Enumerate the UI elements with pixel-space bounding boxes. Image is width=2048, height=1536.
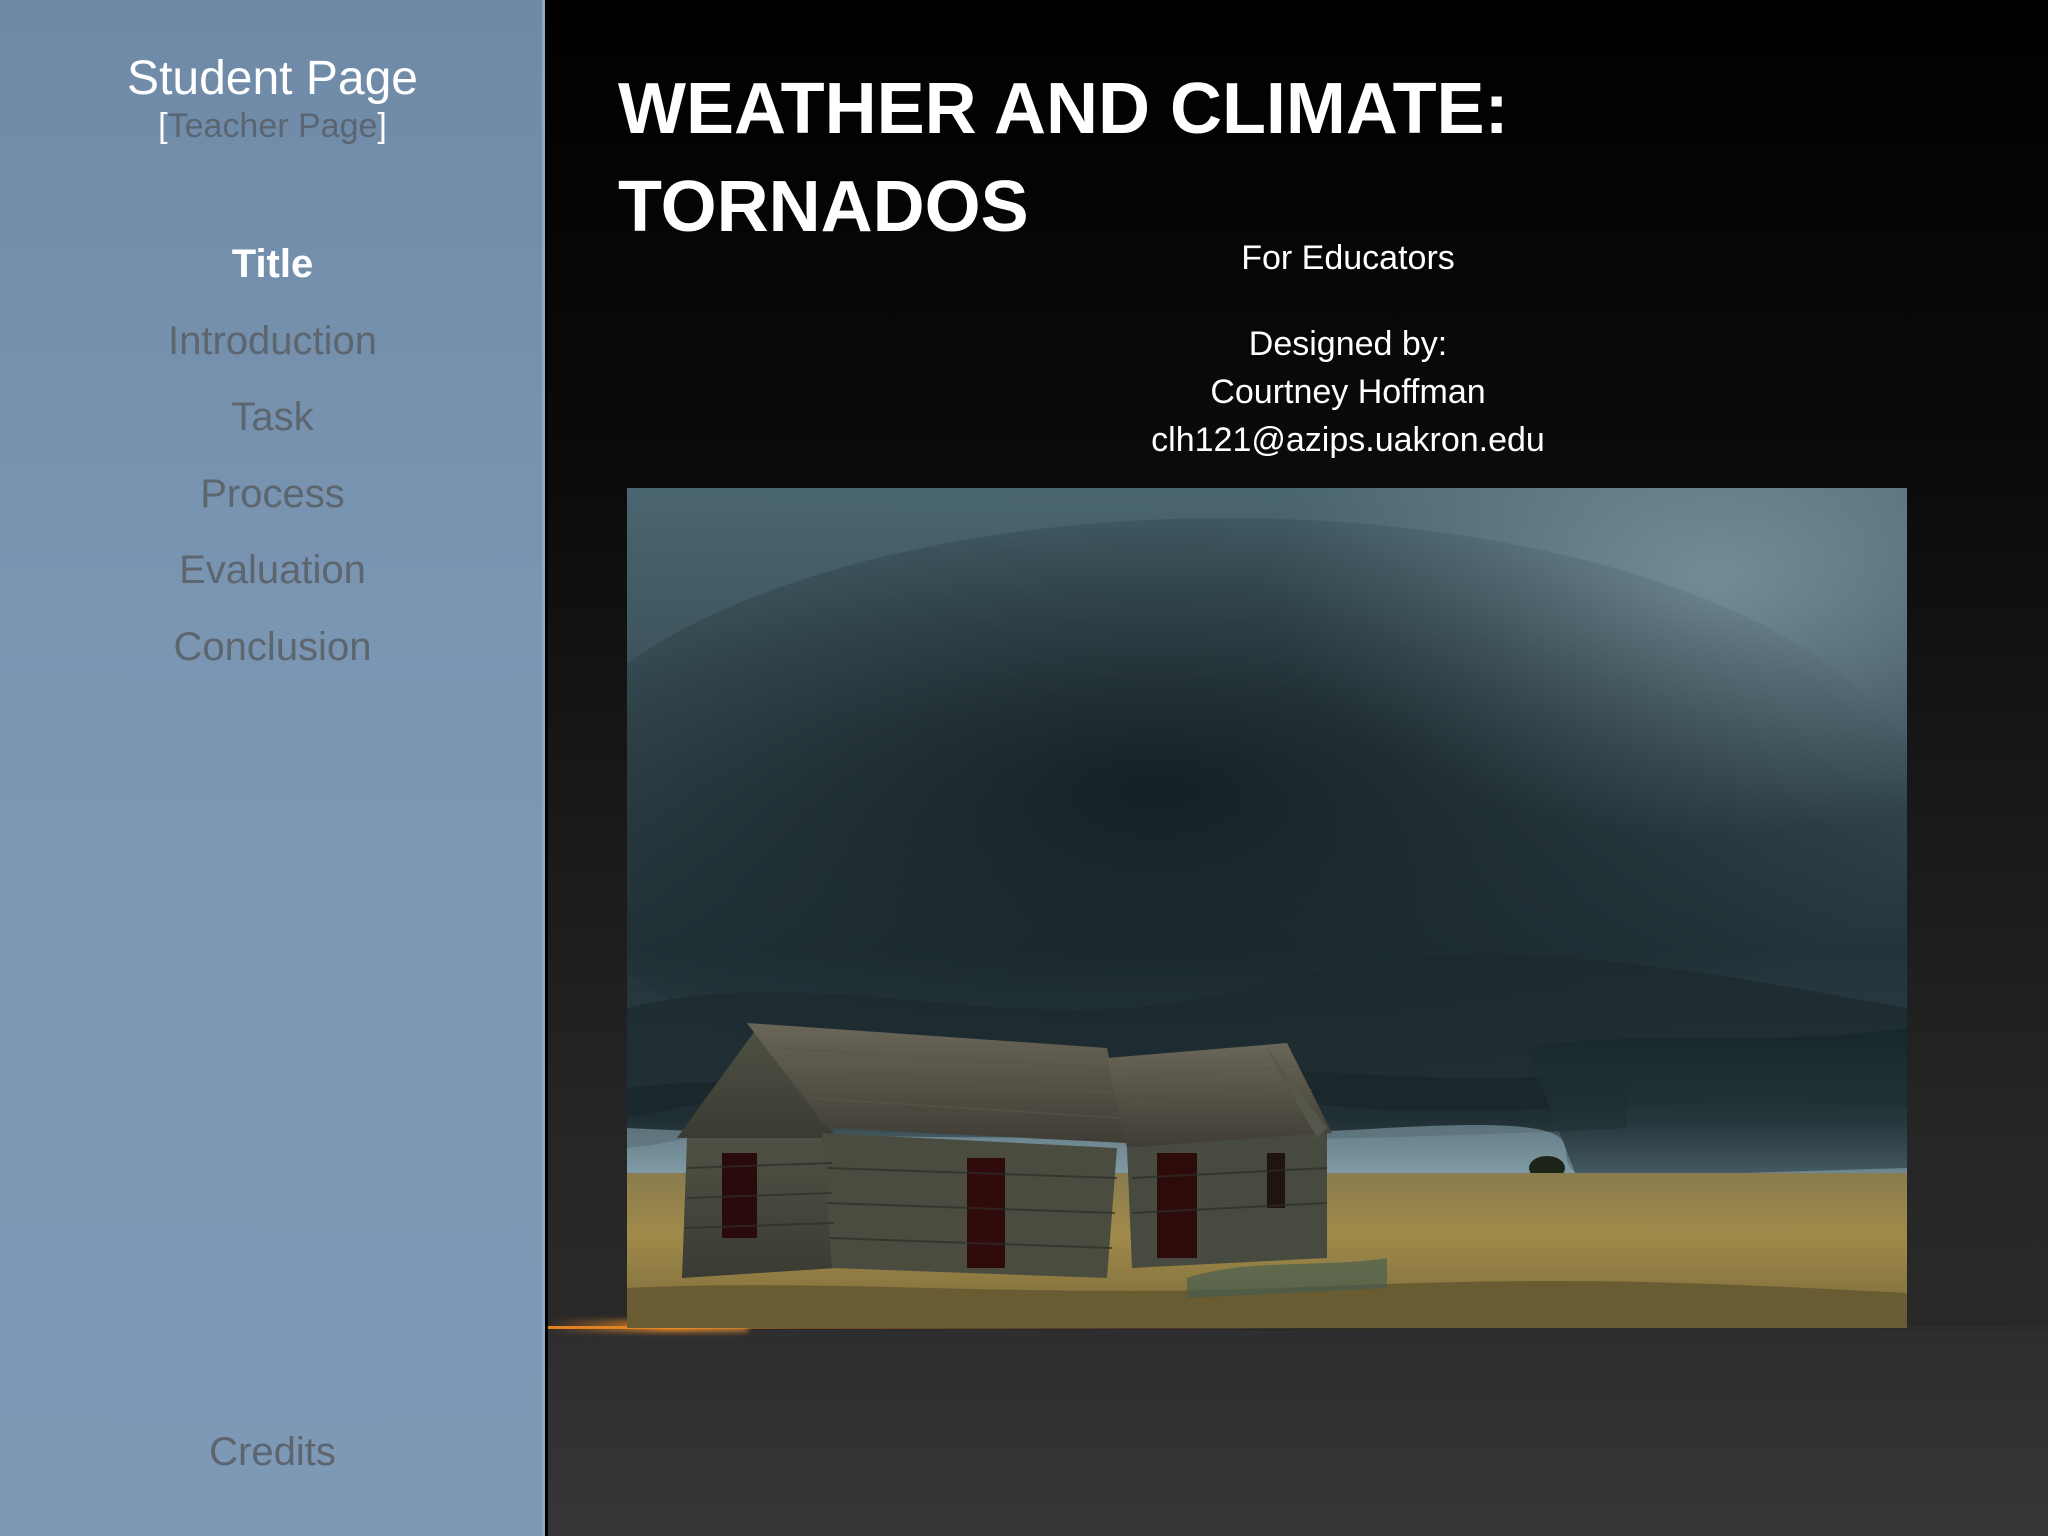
page-title: WEATHER AND CLIMATE: TORNADOS — [618, 60, 1718, 256]
slide-page: Student Page [Teacher Page] Title Introd… — [0, 0, 2048, 1536]
sidebar: Student Page [Teacher Page] Title Introd… — [0, 0, 545, 1536]
for-educators-label: For Educators — [1241, 239, 1455, 277]
title-line-2: TORNADOS — [618, 167, 1029, 247]
nav-item-credits[interactable]: Credits — [0, 1430, 545, 1475]
nav-item-conclusion[interactable]: Conclusion — [0, 619, 545, 696]
nav-item-introduction[interactable]: Introduction — [0, 313, 545, 390]
teacher-page-label[interactable]: Teacher Page — [168, 107, 378, 145]
storm-house-photo — [627, 488, 1907, 1328]
bracket-close: ] — [377, 107, 387, 145]
main-content: WEATHER AND CLIMATE: TORNADOS For Educat… — [548, 0, 2048, 1536]
title-line-1: WEATHER AND CLIMATE: — [618, 69, 1509, 149]
nav-item-evaluation[interactable]: Evaluation — [0, 542, 545, 619]
sidebar-nav: Title Introduction Task Process Evaluati… — [0, 236, 545, 695]
nav-item-task[interactable]: Task — [0, 389, 545, 466]
sidebar-header: Student Page [Teacher Page] — [0, 50, 545, 144]
bracket-open: [ — [158, 107, 168, 145]
storm-house-image — [627, 488, 1907, 1328]
nav-item-process[interactable]: Process — [0, 466, 545, 543]
teacher-page-link[interactable]: [Teacher Page] — [0, 108, 545, 144]
designer-info: Designed by: Courtney Hoffman clh121@azi… — [1048, 320, 1648, 464]
author-name: Courtney Hoffman — [1210, 373, 1486, 411]
nav-item-title[interactable]: Title — [0, 236, 545, 313]
student-page-link[interactable]: Student Page — [0, 50, 545, 108]
designed-by-label: Designed by: — [1248, 325, 1448, 363]
author-email: clh121@azips.uakron.edu — [1151, 421, 1545, 459]
bottom-band — [548, 1330, 2048, 1536]
